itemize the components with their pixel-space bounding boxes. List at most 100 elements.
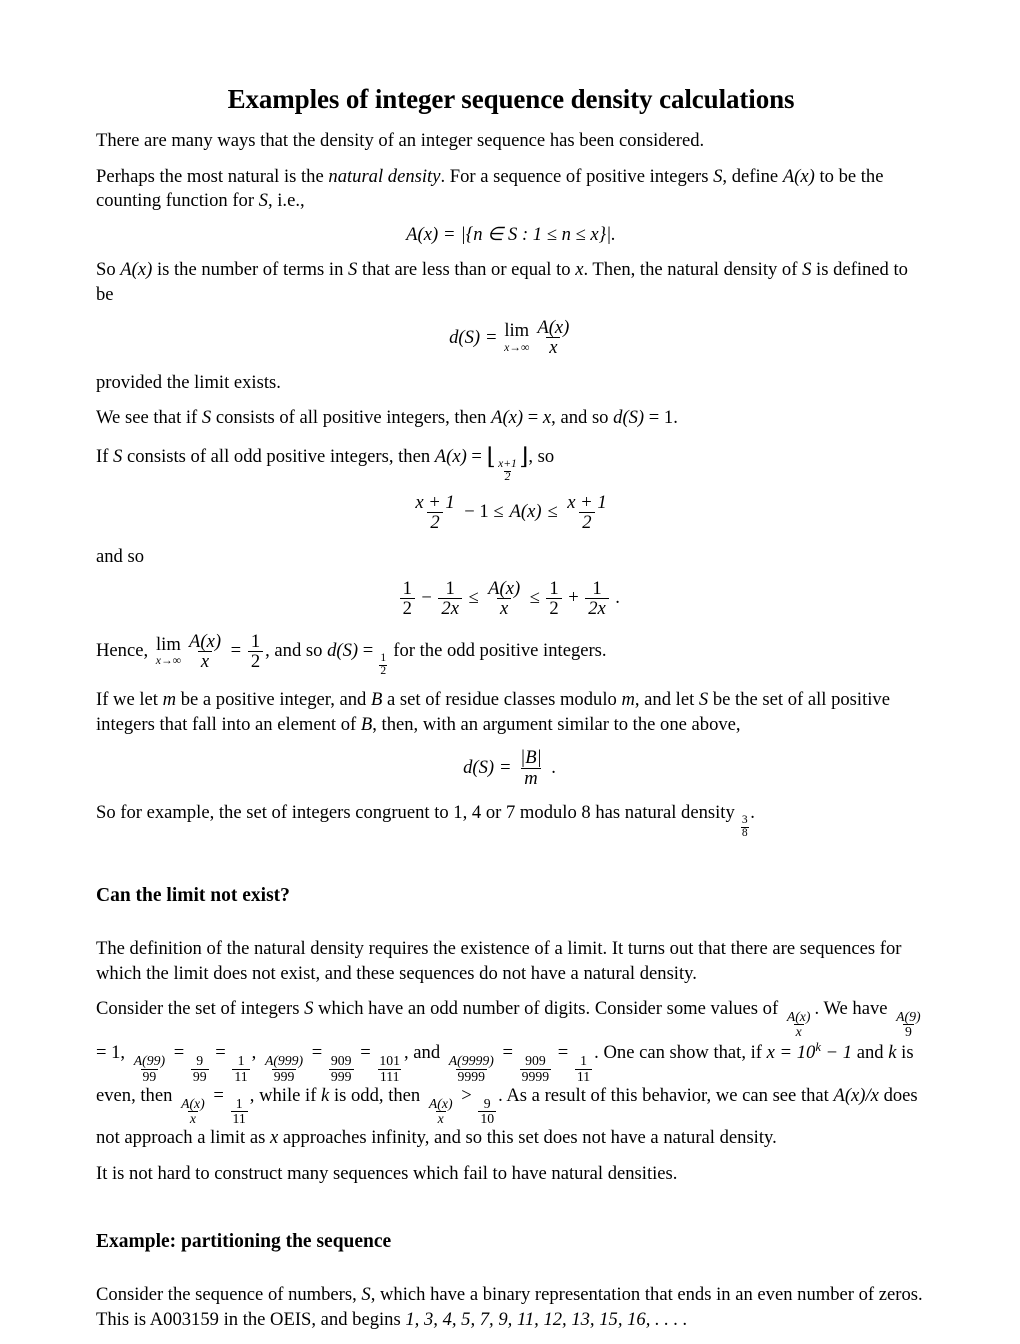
fraction-x-plus-1-over-2: x+1 2 (497, 458, 518, 484)
fraction-denominator: 2 (379, 664, 388, 677)
paragraph-construct-sequences: It is not hard to construct many sequenc… (96, 1162, 678, 1184)
math-symbol-dS: d(S) (327, 639, 359, 661)
fraction-1-over-11: 1 11 (230, 1095, 248, 1126)
text-fragment: So for example, the set of integers cong… (96, 802, 740, 824)
text-fragment: which have an odd number of digits. Cons… (313, 998, 783, 1020)
floor-bracket-close: ⌋ (519, 443, 529, 470)
fraction-numerator: A(x) (189, 630, 222, 652)
equation-lhs: A(x) (406, 223, 439, 245)
math-symbol-k: k (888, 1042, 897, 1064)
equals-sign: = (169, 1042, 189, 1064)
fraction-numerator: A(9999) (448, 1053, 494, 1069)
math-symbol-dS: d(S) (613, 407, 645, 429)
fraction-numerator: 1 (237, 1053, 245, 1069)
text-fragment: is the number of terms in (152, 259, 349, 281)
fraction-909-over-9999: 909 9999 (519, 1053, 552, 1084)
text-fragment: Hence, (96, 639, 153, 661)
fraction-denominator: x (497, 598, 512, 619)
fraction-numerator: A(x) (786, 1009, 811, 1025)
fraction-one-over-2x: 1 2x (585, 579, 609, 619)
equals-sign: = (210, 1042, 231, 1064)
fraction-denominator: 9999 (519, 1068, 552, 1084)
fraction-numerator: A(999) (264, 1053, 304, 1069)
text-fragment: = 1. (644, 407, 678, 429)
math-symbol-S: S (698, 689, 709, 711)
emphasis-natural-density: natural density (328, 165, 441, 187)
intro-paragraph-2: Perhaps the most natural is the natural … (96, 165, 926, 214)
text-fragment: . As a result of this behavior, we can s… (498, 1084, 834, 1106)
math-expression-Ax-over-x: A(x)/x (833, 1084, 879, 1106)
text-fragment: , while if (249, 1084, 322, 1106)
text-fragment: , then, with an argument similar to the … (372, 713, 741, 735)
text-fragment: , and so (551, 407, 614, 429)
fraction-1-over-11: 1 11 (574, 1054, 593, 1084)
fraction-denominator: 11 (574, 1068, 593, 1084)
page-title: Examples of integer sequence density cal… (227, 84, 795, 114)
math-symbol-S: S (258, 190, 268, 212)
math-symbol-S: S (802, 259, 812, 281)
math-symbol-S: S (113, 446, 123, 468)
equals-sign: = (358, 639, 378, 661)
greater-than-sign: > (456, 1084, 477, 1106)
fraction-numerator: 101 (379, 1053, 400, 1069)
fraction-numerator: x + 1 (415, 491, 455, 513)
text-fragment: Perhaps the most natural is the (96, 165, 329, 187)
text-fragment: We see that if (96, 407, 202, 429)
paragraph-hence-limit: Hence, lim x→∞ A(x) x = 12, and so d(S) = 1… (96, 630, 926, 678)
fraction-denominator: 9999 (455, 1068, 488, 1084)
fraction-denominator: x (197, 650, 213, 671)
equation-lhs: d(S) (449, 326, 481, 348)
fraction-909-over-999: 909 999 (328, 1054, 354, 1083)
equals-sign: = (355, 1042, 376, 1064)
text-fragment: is odd, then (329, 1084, 425, 1106)
fraction-three-eighths: 38 (740, 814, 749, 840)
fraction-A9999-over-9999: A(9999) 9999 (447, 1053, 496, 1084)
fraction-denominator: 2x (585, 598, 609, 619)
text-fragment: , (251, 1042, 261, 1064)
paragraph-counting-explained: So A(x) is the number of terms in S that… (96, 258, 926, 307)
fraction-denominator: x (793, 1024, 804, 1040)
fraction-A99-over-99: A(99) 99 (132, 1054, 167, 1084)
fraction-one-half: 12 (247, 631, 264, 671)
fraction-9-over-99: 9 99 (190, 1054, 209, 1084)
equation-rhs: |{n ∈ S : 1 ≤ n ≤ x}|. (460, 223, 616, 245)
fraction-numerator: 1 (235, 1095, 243, 1111)
fraction-numerator: x+1 (498, 458, 517, 471)
fraction-denominator: 2 (399, 598, 415, 619)
fraction-numerator: A(x) (428, 1095, 453, 1111)
text-fragment: . For a sequence of positive integers (440, 165, 714, 187)
text-fragment: , and so (265, 639, 328, 661)
limit-operator: lim x→∞ (504, 322, 529, 353)
fraction-denominator: 111 (377, 1068, 402, 1084)
limit-label: lim (156, 633, 181, 655)
fraction-denominator: 99 (190, 1068, 209, 1084)
fraction-numerator: 909 (525, 1053, 546, 1069)
fraction-denominator: 11 (230, 1110, 248, 1126)
text-fragment: , define (722, 165, 783, 187)
intro-paragraph-1: There are many ways that the density of … (96, 130, 705, 152)
minus-one-leq: − 1 ≤ (464, 501, 504, 523)
math-symbol-S: S (348, 259, 358, 281)
text-fragment: . We have (814, 998, 893, 1020)
floor-bracket-open: ⌊ (486, 443, 496, 470)
text-fragment: for the odd positive integers. (388, 639, 607, 661)
equals-fragment: = 1, (96, 1042, 130, 1064)
fraction-A999-over-999: A(999) 999 (263, 1053, 305, 1084)
limit-operator: lim x→∞ (155, 633, 182, 668)
fraction-Ax-over-x: A(x) x (534, 318, 572, 358)
fraction-denominator: 10 (478, 1110, 497, 1126)
text-fragment: that are less than or equal to (357, 259, 576, 281)
fraction-right: x + 1 2 (564, 492, 609, 532)
fraction-denominator: 8 (740, 826, 749, 839)
leq-sign: ≤ (529, 587, 540, 609)
equals-sign: = (500, 756, 511, 778)
fraction-one-over-2x: 1 2x (438, 579, 462, 619)
math-symbol-S: S (304, 998, 314, 1020)
text-fragment: Consider the sequence of numbers, (96, 1284, 362, 1306)
fraction-denominator: 2x (438, 598, 462, 619)
text-fragment: Consider the set of integers (96, 998, 305, 1020)
limit-subscript: x→∞ (155, 654, 182, 668)
paragraph-modulo-example: So for example, the set of integers cong… (96, 801, 926, 840)
fraction-denominator: 9 (902, 1024, 914, 1040)
math-symbol-m: m (162, 689, 177, 711)
